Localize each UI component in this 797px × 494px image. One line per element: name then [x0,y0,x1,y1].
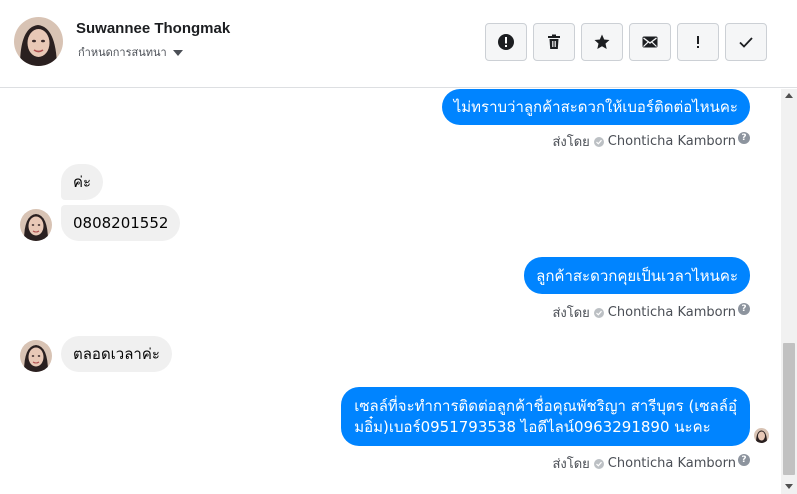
message-text: ลูกค้าสะดวกคุยเป็นเวลาไหนคะ [536,266,738,285]
agent-name[interactable]: Chonticha Kamborn [608,305,736,320]
verified-check-icon [593,307,604,318]
message-text: ไม่ทราบว่าลูกค้าสะดวกให้เบอร์ติดต่อไหนคะ [453,98,738,116]
sent-by-info: ส่งโดย Chonticha Kamborn [552,456,736,472]
agent-name[interactable]: Chonticha Kamborn [608,456,736,471]
outgoing-message[interactable]: เซลล์ที่จะทำการติดต่อลูกค้าชื่อคุณพัชริญ… [341,387,750,446]
conversation-header: Suwannee Thongmak กำหนดการสนทนา [0,0,797,88]
contact-avatar-small[interactable] [20,209,52,241]
star-button[interactable] [581,23,623,61]
help-icon[interactable]: ? [738,132,750,144]
scroll-down-arrow-icon[interactable] [785,484,793,489]
conversation-options-label: กำหนดการสนทนา [78,46,167,59]
alert-circle-icon [498,34,514,50]
agent-name[interactable]: Chonticha Kamborn [608,134,736,149]
sent-by-info: ส่งโดย Chonticha Kamborn [552,134,736,150]
conversation-options-dropdown[interactable]: กำหนดการสนทนา [78,43,183,61]
caret-down-icon [172,49,183,56]
sent-by-info: ส่งโดย Chonticha Kamborn [552,305,736,321]
conversation-toolbar [485,23,767,61]
verified-check-icon [593,458,604,469]
scrollbar-thumb[interactable] [783,343,795,475]
follow-up-button[interactable] [677,23,719,61]
help-icon[interactable]: ? [738,454,750,466]
checkmark-icon [739,37,753,48]
outgoing-message[interactable]: ไม่ทราบว่าลูกค้าสะดวกให้เบอร์ติดต่อไหนคะ [441,89,750,125]
verified-check-icon [593,136,604,147]
scroll-up-arrow-icon[interactable] [785,93,793,98]
message-text-line: มอิ๋ม)เบอร์0951793538 ไอดีไลน์0963291890… [354,418,711,436]
star-icon [594,34,610,49]
message-text: ค่ะ [73,173,92,191]
trash-icon [548,34,560,49]
thread-scrollbar[interactable] [781,89,797,494]
mark-done-button[interactable] [725,23,767,61]
contact-avatar-small[interactable] [20,340,52,372]
seen-indicator-avatar [754,428,769,443]
envelope-icon [642,36,658,48]
message-text-line: เซลล์ที่จะทำการติดต่อลูกค้าชื่อคุณพัชริญ… [354,397,737,415]
outgoing-message[interactable]: ลูกค้าสะดวกคุยเป็นเวลาไหนคะ [524,257,750,294]
message-thread[interactable]: ไม่ทราบว่าลูกค้าสะดวกให้เบอร์ติดต่อไหนคะ… [0,89,781,494]
help-icon[interactable]: ? [738,303,750,315]
contact-avatar[interactable] [14,17,63,66]
incoming-message[interactable]: ค่ะ [61,164,104,200]
incoming-message[interactable]: 0808201552 [61,205,181,241]
message-text: ตลอดเวลาค่ะ [73,345,160,363]
incoming-message[interactable]: ตลอดเวลาค่ะ [61,336,172,372]
delete-button[interactable] [533,23,575,61]
mark-spam-button[interactable] [485,23,527,61]
exclamation-icon [697,36,699,48]
contact-name[interactable]: Suwannee Thongmak [76,20,230,37]
message-text: 0808201552 [73,214,169,232]
mark-unread-button[interactable] [629,23,671,61]
